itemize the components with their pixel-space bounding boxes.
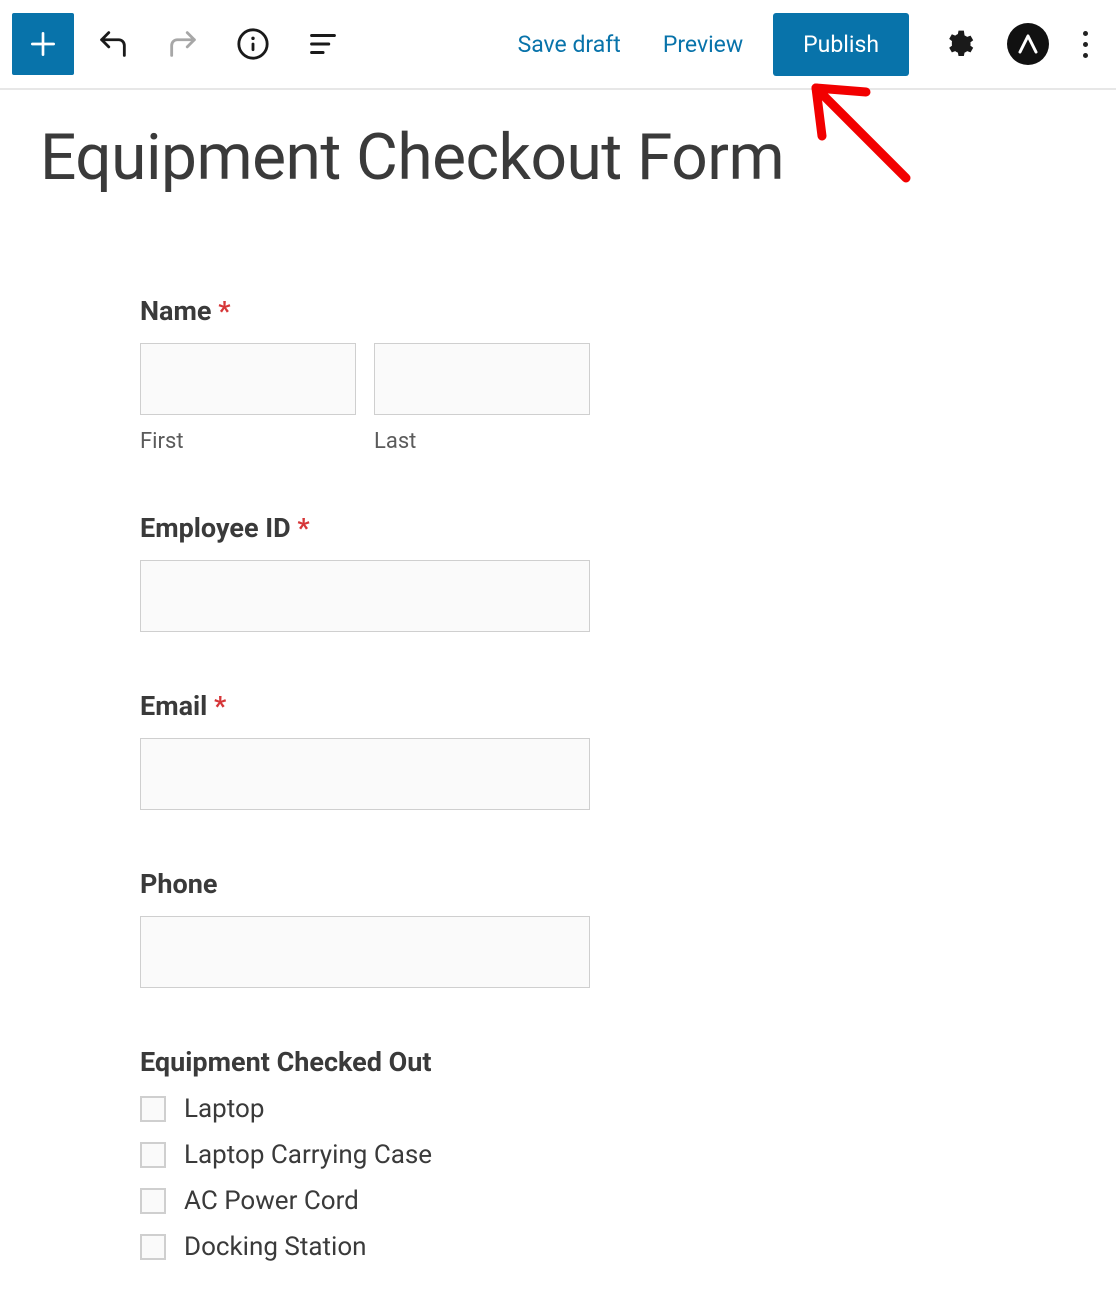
publish-button[interactable]: Publish: [773, 13, 909, 76]
undo-button[interactable]: [82, 13, 144, 75]
employee-id-label: Employee ID *: [140, 512, 700, 544]
preview-button[interactable]: Preview: [651, 23, 755, 66]
last-name-input[interactable]: [374, 343, 590, 415]
redo-button[interactable]: [152, 13, 214, 75]
editor-canvas: Equipment Checkout Form Name * First Las…: [0, 90, 1116, 1262]
dot-icon: [1083, 42, 1088, 47]
last-sublabel: Last: [374, 429, 590, 454]
save-draft-button[interactable]: Save draft: [506, 23, 633, 66]
equipment-option-row: Laptop: [140, 1094, 700, 1124]
label-text: Employee ID: [140, 512, 291, 544]
form-preview: Name * First Last Employee ID *: [140, 295, 700, 1262]
label-text: Phone: [140, 868, 217, 900]
document-outline-button[interactable]: [292, 13, 354, 75]
redo-icon: [166, 27, 200, 61]
site-logo-icon: [1016, 32, 1040, 56]
more-options-button[interactable]: [1067, 25, 1104, 64]
field-email: Email *: [140, 690, 700, 810]
option-label: AC Power Cord: [184, 1186, 359, 1216]
undo-icon: [96, 27, 130, 61]
equipment-option-row: AC Power Cord: [140, 1186, 700, 1216]
first-name-input[interactable]: [140, 343, 356, 415]
label-text: Name: [140, 295, 211, 327]
site-logo-avatar[interactable]: [1007, 23, 1049, 65]
gear-icon: [942, 28, 974, 60]
option-label: Docking Station: [184, 1232, 367, 1262]
toolbar-right: Save draft Preview Publish: [506, 13, 1104, 76]
field-name: Name * First Last: [140, 295, 700, 454]
dot-icon: [1083, 31, 1088, 36]
field-equipment: Equipment Checked Out Laptop Laptop Carr…: [140, 1046, 700, 1262]
first-sublabel: First: [140, 429, 356, 454]
name-label: Name *: [140, 295, 700, 327]
required-mark: *: [297, 512, 309, 544]
field-employee-id: Employee ID *: [140, 512, 700, 632]
settings-button[interactable]: [927, 13, 989, 75]
field-phone: Phone: [140, 868, 700, 988]
phone-input[interactable]: [140, 916, 590, 988]
add-block-button[interactable]: [12, 13, 74, 75]
required-mark: *: [218, 295, 230, 327]
checkbox-docking-station[interactable]: [140, 1234, 166, 1260]
plus-icon: [27, 28, 59, 60]
page-title[interactable]: Equipment Checkout Form: [40, 120, 1076, 195]
equipment-option-row: Docking Station: [140, 1232, 700, 1262]
checkbox-laptop-case[interactable]: [140, 1142, 166, 1168]
equipment-options: Laptop Laptop Carrying Case AC Power Cor…: [140, 1094, 700, 1262]
email-label: Email *: [140, 690, 700, 722]
employee-id-input[interactable]: [140, 560, 590, 632]
option-label: Laptop Carrying Case: [184, 1140, 432, 1170]
info-icon: [236, 27, 270, 61]
checkbox-laptop[interactable]: [140, 1096, 166, 1122]
label-text: Email: [140, 690, 207, 722]
phone-label: Phone: [140, 868, 700, 900]
dot-icon: [1083, 53, 1088, 58]
checkbox-ac-power-cord[interactable]: [140, 1188, 166, 1214]
document-info-button[interactable]: [222, 13, 284, 75]
toolbar-left: [12, 13, 354, 75]
required-mark: *: [214, 690, 226, 722]
outline-icon: [306, 27, 340, 61]
editor-toolbar: Save draft Preview Publish: [0, 0, 1116, 90]
email-input[interactable]: [140, 738, 590, 810]
equipment-option-row: Laptop Carrying Case: [140, 1140, 700, 1170]
option-label: Laptop: [184, 1094, 264, 1124]
equipment-label: Equipment Checked Out: [140, 1046, 700, 1078]
